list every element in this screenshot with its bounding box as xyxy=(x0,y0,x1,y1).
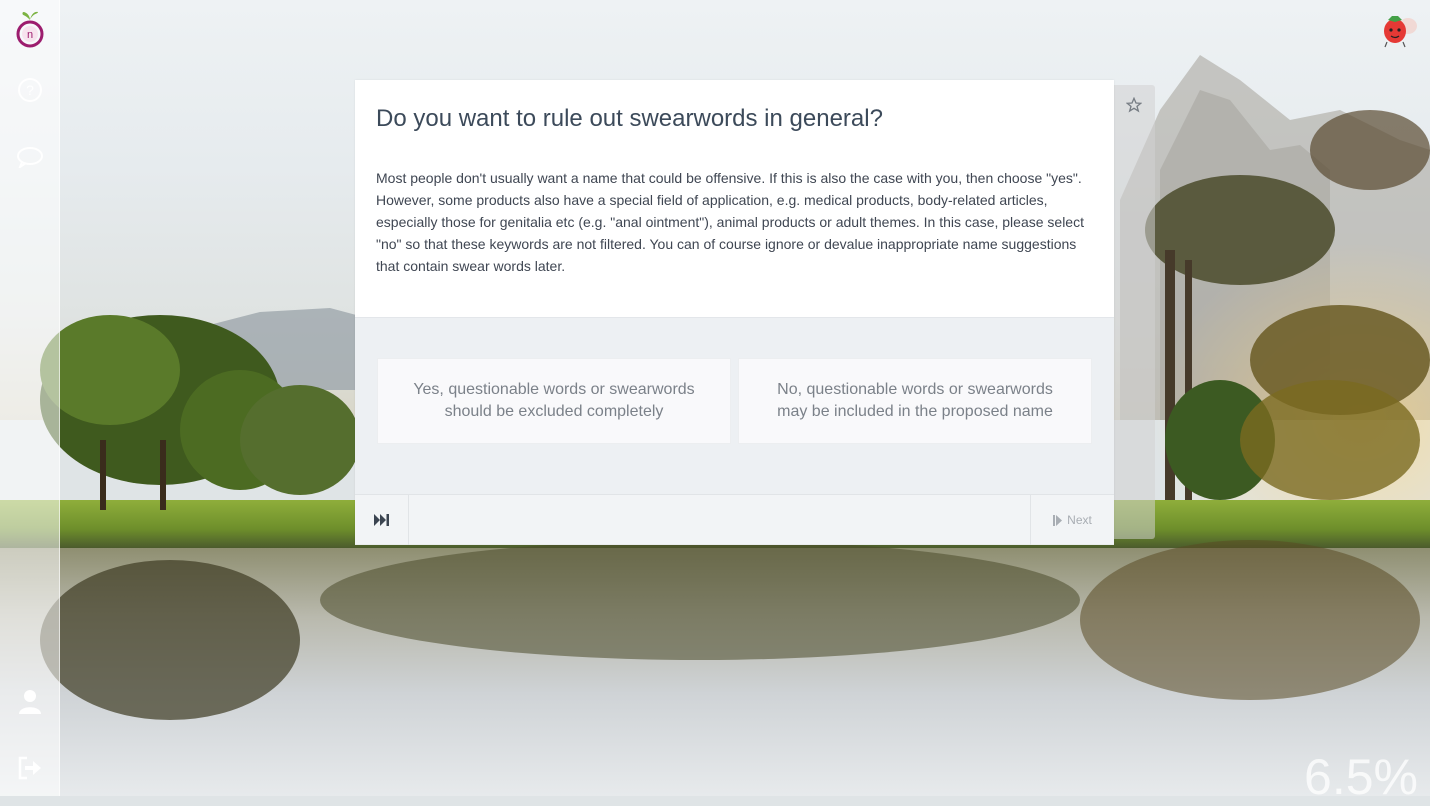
user-icon[interactable] xyxy=(0,688,59,714)
progress-percentage: 6.5% xyxy=(1304,749,1418,805)
answer-yes-button[interactable]: Yes, questionable words or swearwords sh… xyxy=(377,358,731,444)
next-label: Next xyxy=(1067,513,1092,527)
help-icon[interactable]: ? xyxy=(0,77,59,103)
next-button[interactable]: Next xyxy=(1030,495,1114,545)
question-card: Do you want to rule out swearwords in ge… xyxy=(355,80,1114,545)
left-sidebar: n ? xyxy=(0,0,60,796)
mascot-avatar[interactable] xyxy=(1378,12,1418,48)
answer-yes-label: Yes, questionable words or swearwords sh… xyxy=(413,381,695,420)
card-footer: Next xyxy=(355,494,1114,545)
skip-button[interactable] xyxy=(355,495,409,545)
svg-text:?: ? xyxy=(26,82,34,98)
card-side-panel xyxy=(1114,85,1155,539)
question-title: Do you want to rule out swearwords in ge… xyxy=(376,105,883,132)
step-forward-icon xyxy=(1053,514,1063,526)
question-description: Most people don't usually want a name th… xyxy=(376,170,1084,274)
skip-forward-icon xyxy=(373,514,389,526)
chat-icon[interactable] xyxy=(0,146,59,168)
question-header: Do you want to rule out swearwords in ge… xyxy=(355,80,1114,318)
favorite-star-icon[interactable] xyxy=(1125,96,1144,115)
answer-options: Yes, questionable words or swearwords sh… xyxy=(355,318,1114,494)
logout-icon[interactable] xyxy=(0,756,59,780)
answer-no-label: No, questionable words or swearwords may… xyxy=(777,381,1053,420)
logo-icon[interactable]: n xyxy=(0,10,59,50)
answer-no-button[interactable]: No, questionable words or swearwords may… xyxy=(738,358,1092,444)
svg-text:n: n xyxy=(26,29,32,41)
